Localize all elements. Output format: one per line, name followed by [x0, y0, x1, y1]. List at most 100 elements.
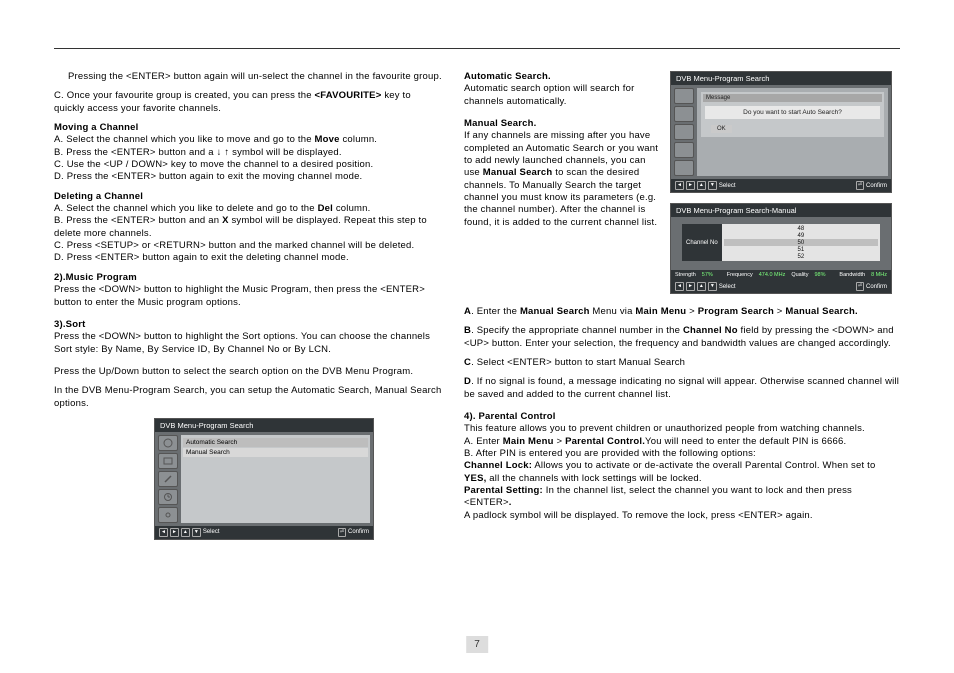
parental-section: 4). Parental Control This feature allows… [464, 411, 900, 522]
channel-list: 48 49 50 51 52 [722, 224, 880, 261]
figure-auto-search-dialog: DVB Menu-Program Search Message [670, 71, 892, 193]
clock-icon [158, 489, 178, 505]
music-section: 2).Music Program Press the <DOWN> button… [54, 272, 444, 309]
moving-c: C. Use the <UP / DOWN> key to move the c… [54, 159, 444, 171]
ch-row: 48 [724, 225, 878, 232]
deleting-d: D. Press <ENTER> button again to exit th… [54, 252, 444, 264]
b: YES, [464, 473, 486, 484]
quality-value: 98% [814, 272, 825, 278]
message-title: Message [703, 94, 882, 102]
manual-search-bold: Manual Search [483, 167, 553, 178]
tool-icon [674, 124, 694, 140]
parental-1: This feature allows you to prevent child… [464, 423, 900, 435]
del-bold: Del [318, 203, 333, 214]
bw-label: Bandwidth [839, 272, 865, 278]
enter-key-icon: ⏎ [338, 528, 346, 537]
b: D [464, 376, 471, 387]
intro-unselect: Pressing the <ENTER> button again will u… [54, 71, 444, 83]
parental-title: 4). Parental Control [464, 411, 900, 423]
option-auto-search: Automatic Search [183, 438, 368, 447]
sort-body: Press the <DOWN> button to highlight the… [54, 331, 444, 356]
tv-icon [674, 106, 694, 122]
figure-program-search: DVB Menu-Program Search Automatic Search… [154, 418, 374, 540]
dvb-title: DVB Menu-Program Search [671, 72, 891, 85]
right-key-icon: ► [686, 282, 695, 291]
text: . Select <ENTER> button to start Manual … [471, 357, 685, 368]
text: column. [340, 134, 378, 145]
text: B. Press the <ENTER> button and an [54, 215, 222, 226]
left-key-icon: ◄ [675, 282, 684, 291]
dvb-title: DVB Menu-Program Search-Manual [671, 204, 891, 217]
right-figures: DVB Menu-Program Search Message [670, 71, 900, 294]
text: column. [333, 203, 371, 214]
text: . If no signal is found, a message indic… [464, 376, 899, 399]
right-key-icon: ► [170, 528, 179, 537]
moving-b: B. Press the <ENTER> button and a ↓ ↑ sy… [54, 147, 444, 159]
favourite-key: <FAVOURITE> [315, 90, 382, 101]
ok-button: OK [711, 125, 732, 133]
text: . Enter the [471, 306, 520, 317]
step-b: B. Specify the appropriate channel numbe… [464, 325, 900, 350]
ch-row: 52 [724, 253, 878, 260]
quality-label: Quality [791, 272, 808, 278]
footer-select: Select [719, 183, 736, 189]
text: Menu via [590, 306, 636, 317]
footer-confirm: Confirm [348, 529, 369, 535]
clock-icon [674, 142, 694, 158]
text: > [686, 306, 697, 317]
deleting-a: A. Select the channel which you like to … [54, 203, 444, 215]
b: Manual Search. [785, 306, 858, 317]
search-intro2: In the DVB Menu-Program Search, you can … [54, 385, 444, 410]
down-key-icon: ▼ [708, 282, 717, 291]
top-rule [54, 48, 900, 49]
deleting-b: B. Press the <ENTER> button and an X sym… [54, 215, 444, 240]
left-key-icon: ◄ [675, 181, 684, 190]
ch-row-selected: 50 [724, 239, 878, 246]
b: Program Search [698, 306, 774, 317]
step-a-pre: A [464, 306, 471, 317]
step-c: C. Select <ENTER> button to start Manual… [464, 357, 900, 369]
b: B [464, 325, 471, 336]
right-column: DVB Menu-Program Search Message [464, 71, 900, 544]
up-key-icon: ▲ [181, 528, 190, 537]
globe-icon [158, 435, 178, 451]
footer-confirm: Confirm [866, 284, 887, 290]
intro-favourite: C. Once your favourite group is created,… [54, 90, 444, 115]
search-intro1: Press the Up/Down button to select the s… [54, 366, 444, 378]
deleting-c: C. Press <SETUP> or <RETURN> button and … [54, 240, 444, 252]
left-column: Pressing the <ENTER> button again will u… [54, 71, 444, 544]
gear-icon [674, 160, 694, 176]
globe-icon [674, 88, 694, 104]
freq-value: 474.0 MHz [759, 272, 786, 278]
footer-select: Select [203, 529, 220, 535]
move-bold: Move [315, 134, 340, 145]
sort-title: 3).Sort [54, 319, 444, 331]
strength-value: 57% [702, 272, 713, 278]
up-key-icon: ▲ [697, 181, 706, 190]
auto-body: Automatic search option will search for … [464, 83, 634, 106]
dvb-title: DVB Menu-Program Search [155, 419, 373, 432]
enter-key-icon: ⏎ [856, 282, 864, 291]
footer-confirm: Confirm [866, 183, 887, 189]
left-key-icon: ◄ [159, 528, 168, 537]
text: > [774, 306, 785, 317]
b: Main Menu [635, 306, 686, 317]
b: Main Menu [503, 436, 554, 447]
ch-row: 49 [724, 232, 878, 239]
manual-title: Manual Search. [464, 118, 537, 129]
parental-2: A. Enter Main Menu > Parental Control.Yo… [464, 436, 900, 448]
up-key-icon: ▲ [697, 282, 706, 291]
down-key-icon: ▼ [192, 528, 201, 537]
text: A. Enter [464, 436, 503, 447]
ch-row: 51 [724, 246, 878, 253]
moving-d: D. Press the <ENTER> button again to exi… [54, 171, 444, 183]
parental-5: Parental Setting: In the channel list, s… [464, 485, 900, 510]
freq-label: Frequency [727, 272, 753, 278]
page-number: 7 [466, 636, 488, 653]
signal-info: Strength57% Frequency474.0 MHz Quality98… [671, 270, 891, 280]
text: Allows you to activate or de-activate th… [532, 460, 875, 471]
text: . Specify the appropriate channel number… [471, 325, 683, 336]
text: A. Select the channel which you like to … [54, 203, 318, 214]
b: C [464, 357, 471, 368]
down-key-icon: ▼ [708, 181, 717, 190]
